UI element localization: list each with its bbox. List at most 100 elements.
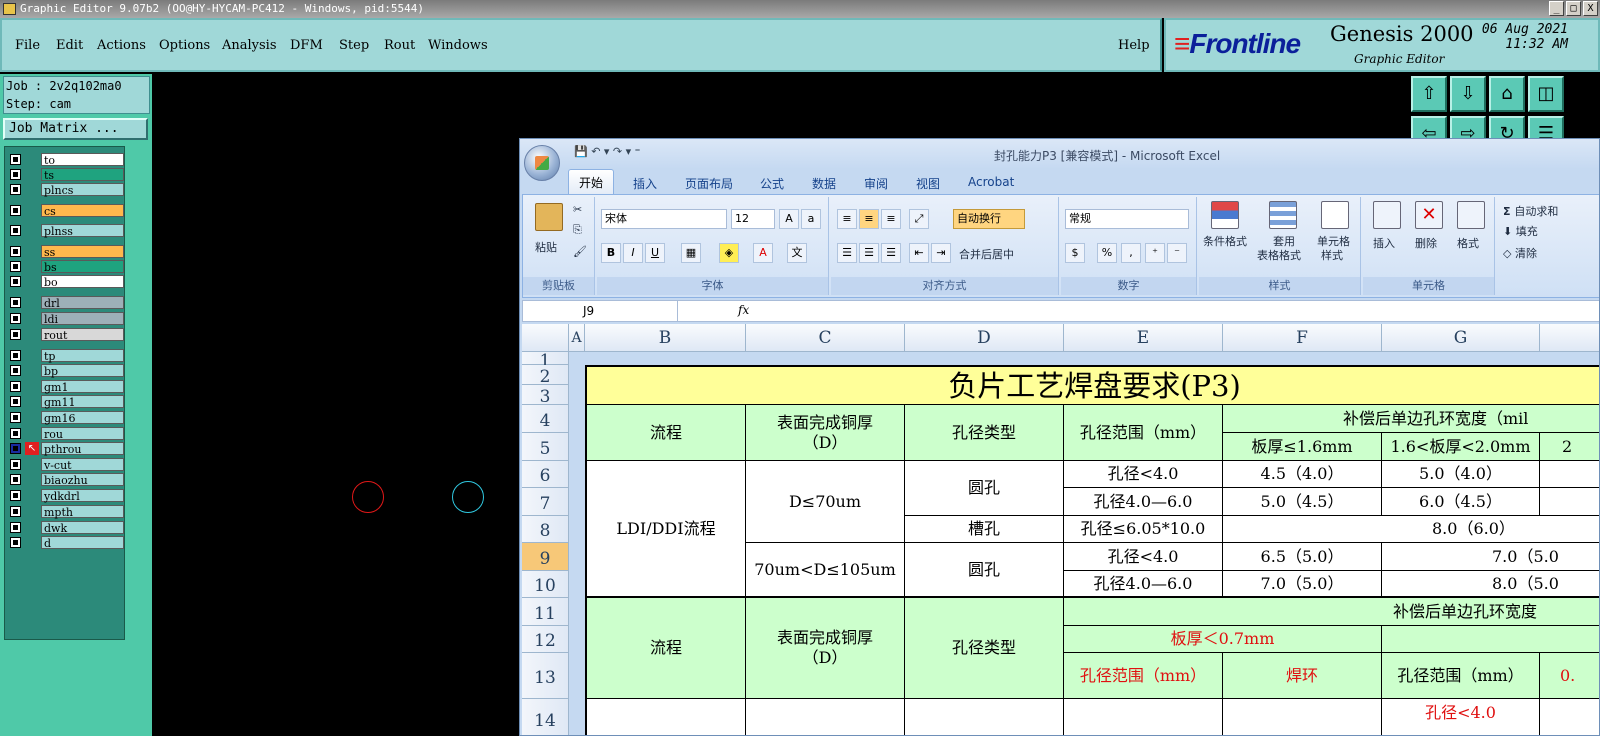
row-header[interactable]: 8 bbox=[522, 516, 569, 543]
cell-r10-range[interactable]: 孔径4.0—6.0 bbox=[1064, 571, 1223, 598]
align-right-icon[interactable]: ☰ bbox=[881, 243, 901, 263]
layer-name[interactable]: tp bbox=[41, 349, 124, 363]
layer-checkbox[interactable] bbox=[10, 443, 21, 454]
decrease-indent-icon[interactable]: ⇤ bbox=[909, 243, 929, 263]
cell-r7-g[interactable]: 6.0（4.5） bbox=[1382, 488, 1540, 516]
fill-button[interactable]: ⬇ 填充 bbox=[1503, 223, 1538, 239]
layer-row-v-cut[interactable]: v-cut bbox=[7, 458, 124, 472]
fill-color-icon[interactable]: ◈ bbox=[719, 243, 739, 263]
tab-insert[interactable]: 插入 bbox=[633, 175, 657, 192]
tab-view[interactable]: 视图 bbox=[916, 175, 940, 192]
upload-icon[interactable]: ⇧ bbox=[1411, 76, 1447, 112]
layer-row-rou[interactable]: rou bbox=[7, 427, 124, 441]
cell-r14-c[interactable] bbox=[746, 699, 905, 735]
layer-name[interactable]: plnss bbox=[41, 224, 124, 238]
tab-acrobat[interactable]: Acrobat bbox=[968, 175, 1014, 189]
layer-checkbox[interactable] bbox=[10, 329, 21, 340]
header-thick-2[interactable]: 1.6<板厚<2.0mm bbox=[1382, 433, 1540, 461]
cell-r14-h[interactable] bbox=[1540, 699, 1599, 735]
layer-checkbox[interactable] bbox=[10, 154, 21, 165]
layer-name[interactable]: d bbox=[41, 536, 124, 550]
layer-name[interactable]: ydkdrl bbox=[41, 489, 124, 503]
orientation-icon[interactable]: ⤢ bbox=[909, 209, 929, 229]
layer-row-bo[interactable]: bo bbox=[7, 275, 124, 289]
font-size-select[interactable]: 12 bbox=[731, 209, 775, 229]
format-cells-button[interactable]: 格式 bbox=[1457, 235, 1479, 251]
autosum-button[interactable]: Σ 自动求和 bbox=[1503, 203, 1558, 219]
delete-cells-icon[interactable]: ✕ bbox=[1415, 201, 1443, 229]
layer-checkbox[interactable] bbox=[10, 313, 21, 324]
layer-checkbox[interactable] bbox=[10, 396, 21, 407]
cell-r10-f[interactable]: 7.0（5.0） bbox=[1223, 571, 1382, 598]
merge-center-button[interactable]: 合并后居中 bbox=[959, 246, 1014, 262]
cell-copper-2[interactable]: 70um<D≤105um bbox=[746, 543, 905, 598]
name-box[interactable]: J9 bbox=[523, 301, 678, 321]
menu-rout[interactable]: Rout bbox=[384, 38, 415, 53]
job-matrix-button[interactable]: Job Matrix ... bbox=[3, 118, 148, 140]
cell-copper-1[interactable]: D≤70um bbox=[746, 461, 905, 543]
clear-button[interactable]: ◇ 清除 bbox=[1503, 245, 1537, 261]
cell-r6-h[interactable] bbox=[1540, 461, 1599, 488]
menu-dfm[interactable]: DFM bbox=[290, 38, 323, 53]
header-hole-type[interactable]: 孔径类型 bbox=[905, 405, 1064, 461]
conditional-format-button[interactable]: 条件格式 bbox=[1203, 233, 1247, 249]
cell-r8-range[interactable]: 孔径≤6.05*10.0 bbox=[1064, 516, 1223, 543]
layer-name[interactable]: rou bbox=[41, 427, 124, 441]
layer-checkbox[interactable] bbox=[10, 225, 21, 236]
layer-checkbox[interactable] bbox=[10, 381, 21, 392]
header-process[interactable]: 流程 bbox=[585, 405, 746, 461]
layer-name[interactable]: rout bbox=[41, 328, 124, 342]
layer-name[interactable]: to bbox=[41, 153, 124, 167]
cell-r9-f[interactable]: 6.5（5.0） bbox=[1223, 543, 1382, 571]
layer-checkbox[interactable] bbox=[10, 276, 21, 287]
grow-font-icon[interactable]: A bbox=[779, 209, 799, 229]
cell-r14-d[interactable] bbox=[905, 699, 1064, 735]
row-header[interactable]: 10 bbox=[522, 571, 569, 598]
layer-name[interactable]: gm11 bbox=[41, 395, 124, 409]
layer-row-dwk[interactable]: dwk bbox=[7, 521, 124, 535]
layer-name[interactable]: ts bbox=[41, 168, 124, 182]
cell-styles-line2[interactable]: 样式 bbox=[1321, 247, 1343, 263]
layer-name[interactable]: drl bbox=[41, 296, 124, 310]
layer-row-pthrou[interactable]: ↖ pthrou bbox=[7, 442, 124, 456]
row-header[interactable]: 13 bbox=[522, 653, 569, 699]
cell-r10-g[interactable]: 8.0（5.0 bbox=[1382, 571, 1599, 598]
cell-r6-g[interactable]: 5.0（4.0） bbox=[1382, 461, 1540, 488]
close-button[interactable]: X bbox=[1583, 1, 1598, 16]
layer-row-gm11[interactable]: gm11 bbox=[7, 395, 124, 409]
table-format-icon[interactable] bbox=[1269, 201, 1297, 229]
percent-button[interactable]: % bbox=[1097, 243, 1117, 263]
quick-access-toolbar[interactable]: 💾 ↶ ▾ ↷ ▾ ⁼ bbox=[574, 145, 640, 158]
layer-checkbox[interactable] bbox=[10, 522, 21, 533]
cell-r14-g[interactable]: 孔径<4.0 bbox=[1382, 699, 1540, 735]
layer-checkbox[interactable] bbox=[10, 350, 21, 361]
layer-checkbox[interactable] bbox=[10, 184, 21, 195]
layer-name[interactable]: gm16 bbox=[41, 411, 124, 425]
format-painter-icon[interactable]: 🖌 bbox=[573, 245, 587, 258]
column-header[interactable]: D bbox=[905, 324, 1064, 352]
header-hole-range[interactable]: 孔径范围（mm） bbox=[1064, 405, 1223, 461]
layer-row-drl[interactable]: drl bbox=[7, 296, 124, 310]
layer-row-plncs[interactable]: plncs bbox=[7, 183, 124, 197]
insert-cells-button[interactable]: 插入 bbox=[1373, 235, 1395, 251]
shrink-font-icon[interactable]: a bbox=[801, 209, 821, 229]
wrap-text-button[interactable]: 自动换行 bbox=[953, 209, 1025, 229]
layer-checkbox[interactable] bbox=[10, 490, 21, 501]
align-left-icon[interactable]: ☰ bbox=[837, 243, 857, 263]
column-header[interactable]: C bbox=[746, 324, 905, 352]
cell-r6-f[interactable]: 4.5（4.0） bbox=[1223, 461, 1382, 488]
row-header[interactable]: 5 bbox=[522, 433, 569, 461]
window-icon[interactable]: ◫ bbox=[1528, 76, 1564, 112]
layer-row-bp[interactable]: bp bbox=[7, 364, 124, 378]
layer-row-cs[interactable]: cs bbox=[7, 204, 124, 218]
header-ring-width[interactable]: 补偿后单边孔环宽度（mil bbox=[1223, 405, 1599, 433]
table-format-line2[interactable]: 表格格式 bbox=[1257, 247, 1301, 263]
cell-r7-f[interactable]: 5.0（4.5） bbox=[1223, 488, 1382, 516]
cell-r6-range[interactable]: 孔径<4.0 bbox=[1064, 461, 1223, 488]
layer-row-ts[interactable]: ts bbox=[7, 168, 124, 182]
cell-r7-range[interactable]: 孔径4.0—6.0 bbox=[1064, 488, 1223, 516]
currency-icon[interactable]: $ bbox=[1065, 243, 1085, 263]
cyan-circle-feature[interactable] bbox=[452, 481, 484, 513]
cell-r14-f[interactable] bbox=[1223, 699, 1382, 735]
layer-row-tp[interactable]: tp bbox=[7, 349, 124, 363]
